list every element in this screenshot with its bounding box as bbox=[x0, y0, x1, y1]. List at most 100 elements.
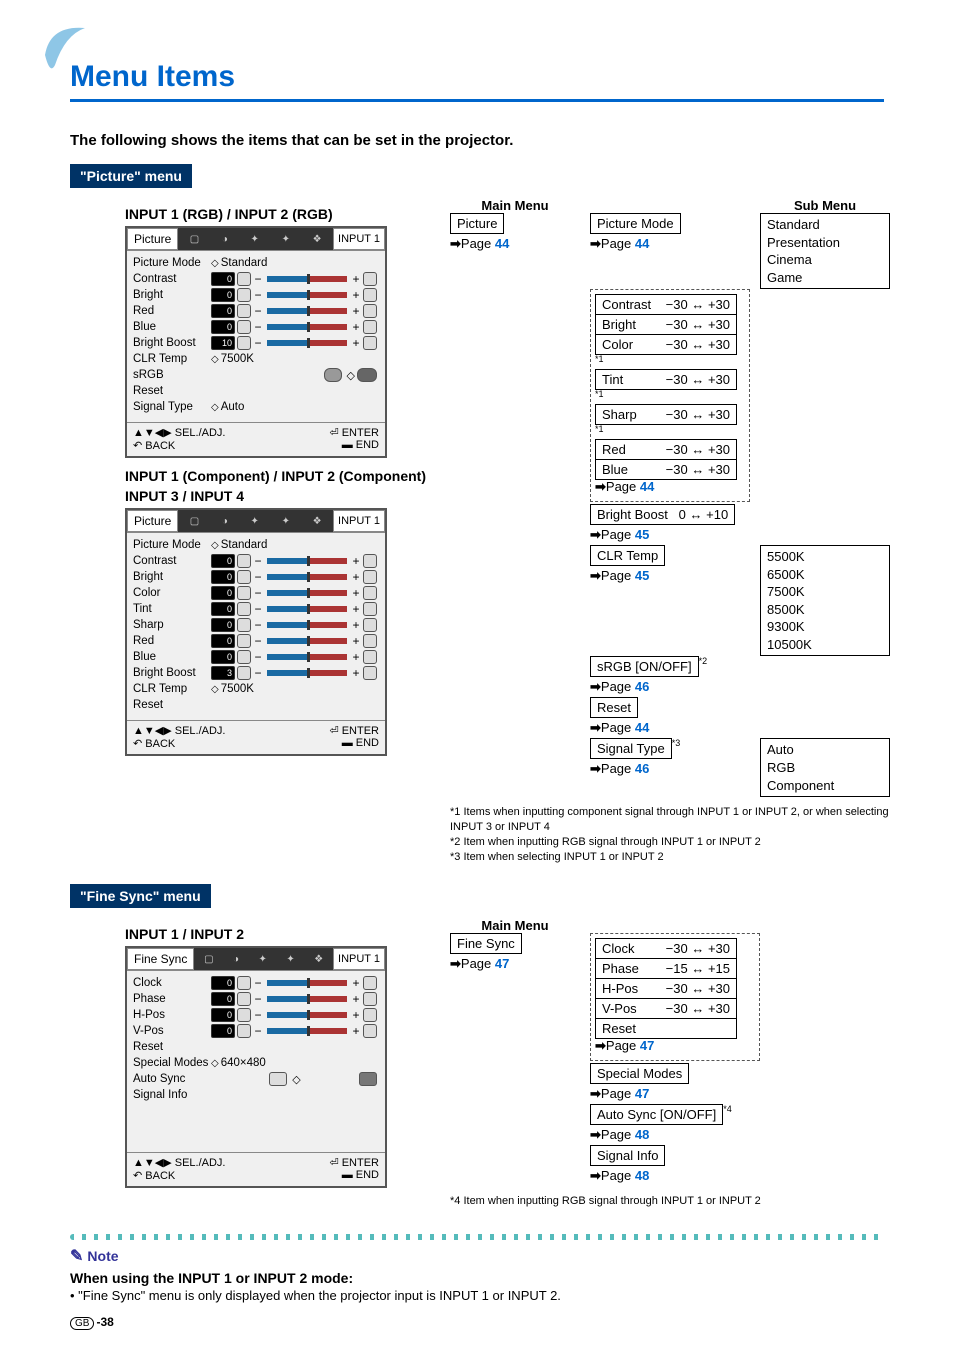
osd-input-label: INPUT 1 bbox=[333, 228, 385, 250]
osd-row: Blue0−+ bbox=[133, 319, 379, 335]
osd-row: Bright0−+ bbox=[133, 569, 379, 585]
tree-fs-special-page: ➡Page 47 bbox=[590, 1086, 760, 1102]
tree-picture-root: Picture bbox=[450, 213, 504, 234]
osd-fs-title: INPUT 1 / INPUT 2 bbox=[125, 926, 430, 942]
note-label: ✎Note bbox=[70, 1246, 884, 1266]
osd-row: Bright Boost3−+ bbox=[133, 665, 379, 681]
osd-input-label: INPUT 1 bbox=[333, 948, 385, 970]
finesync-section-header: "Fine Sync" menu bbox=[70, 884, 211, 908]
osd-row: sRGB◇ bbox=[133, 367, 379, 383]
tree-picture-mode-page: ➡Page 44 bbox=[590, 236, 750, 252]
osd-row: Picture Mode◇Standard bbox=[133, 537, 379, 553]
osd-tab-icons: ▢◑✦✦❖ bbox=[178, 228, 333, 250]
osd-input-label: INPUT 1 bbox=[333, 510, 385, 532]
tree-signaltype-options: AutoRGBComponent bbox=[760, 738, 890, 797]
tree-reset-page: ➡Page 44 bbox=[590, 720, 750, 736]
tree-fs-autosync-page: ➡Page 48 bbox=[590, 1127, 760, 1143]
osd-row: Signal Type◇Auto bbox=[133, 399, 379, 415]
note-divider bbox=[70, 1234, 884, 1240]
osd1-title: INPUT 1 (RGB) / INPUT 2 (RGB) bbox=[125, 206, 430, 222]
osd-row: CLR Temp◇7500K bbox=[133, 351, 379, 367]
tree-fs-autosync: Auto Sync [ON/OFF] bbox=[590, 1104, 723, 1125]
tree-brightboost-page: ➡Page 45 bbox=[590, 527, 750, 543]
picture-section-header: "Picture" menu bbox=[70, 164, 192, 188]
osd-footer-back: ↶ BACK bbox=[133, 439, 175, 452]
tree-srgb: sRGB [ON/OFF] bbox=[590, 656, 699, 677]
tree-fs-root: Fine Sync bbox=[450, 933, 522, 954]
osd-footer-enter: ⏎ ENTER bbox=[329, 1156, 379, 1169]
osd-row: Contrast0−+ bbox=[133, 553, 379, 569]
osd-tab-icons: ▢◑✦✦❖ bbox=[178, 510, 333, 532]
osd2-title-b: INPUT 3 / INPUT 4 bbox=[125, 488, 430, 504]
osd-row: Auto Sync◇ bbox=[133, 1071, 379, 1087]
fs-footnotes: *4 Item when inputting RGB signal throug… bbox=[450, 1194, 884, 1209]
osd-row: Bright0−+ bbox=[133, 287, 379, 303]
osd-row: Blue0−+ bbox=[133, 649, 379, 665]
tree-fs-root-page: ➡Page 47 bbox=[450, 956, 580, 972]
osd-footer-enter: ⏎ ENTER bbox=[329, 724, 379, 737]
osd-row: Reset bbox=[133, 383, 379, 399]
osd-row: Picture Mode◇Standard bbox=[133, 255, 379, 271]
tree-signaltype-page: ➡Page 46 bbox=[590, 761, 750, 777]
tree-picture-mode: Picture Mode bbox=[590, 213, 681, 234]
osd-row: Contrast0−+ bbox=[133, 271, 379, 287]
tree-signaltype-note: *3 bbox=[672, 738, 681, 748]
osd-row: Tint0−+ bbox=[133, 601, 379, 617]
osd-row: H-Pos0−+ bbox=[133, 1007, 379, 1023]
osd-row: Bright Boost10−+ bbox=[133, 335, 379, 351]
osd-row: Signal Info bbox=[133, 1087, 379, 1103]
osd-footer-end: ▬ END bbox=[342, 439, 379, 452]
fs-main-menu-header: Main Menu bbox=[450, 918, 580, 933]
osd-row: V-Pos0−+ bbox=[133, 1023, 379, 1039]
picture-footnotes: *1 Items when inputting component signal… bbox=[450, 805, 890, 864]
osd-row: Sharp0−+ bbox=[133, 617, 379, 633]
osd-footer-sel: ▲▼◀▶ SEL./ADJ. bbox=[133, 1156, 226, 1169]
osd-footer-end: ▬ END bbox=[342, 1169, 379, 1182]
tree-fs-siginfo: Signal Info bbox=[590, 1145, 665, 1166]
osd-tab: Picture bbox=[127, 510, 178, 532]
osd-row: Reset bbox=[133, 697, 379, 713]
osd-row: Special Modes◇640×480 bbox=[133, 1055, 379, 1071]
osd-finesync: Fine Sync ▢◑✦✦❖ INPUT 1 Clock0−+Phase0−+H… bbox=[125, 946, 387, 1188]
osd-footer-sel: ▲▼◀▶ SEL./ADJ. bbox=[133, 426, 226, 439]
osd-footer-enter: ⏎ ENTER bbox=[329, 426, 379, 439]
tree-fs-siginfo-page: ➡Page 48 bbox=[590, 1168, 760, 1184]
tree-srgb-note: *2 bbox=[699, 656, 708, 666]
osd-row: Phase0−+ bbox=[133, 991, 379, 1007]
note-heading: When using the INPUT 1 or INPUT 2 mode: bbox=[70, 1270, 884, 1286]
note-text: • "Fine Sync" menu is only displayed whe… bbox=[70, 1288, 884, 1303]
osd-footer-back: ↶ BACK bbox=[133, 1169, 175, 1182]
tree-clrtemp: CLR Temp bbox=[590, 545, 665, 566]
osd-row: Clock0−+ bbox=[133, 975, 379, 991]
osd-row: Red0−+ bbox=[133, 633, 379, 649]
tree-clrtemp-page: ➡Page 45 bbox=[590, 568, 750, 584]
page-title: Menu Items bbox=[70, 60, 884, 94]
osd-footer-back: ↶ BACK bbox=[133, 737, 175, 750]
decorative-swoosh bbox=[40, 20, 120, 80]
tree-picture-sliders: Contrast−30 ↔ +30Bright−30 ↔ +30Color−30… bbox=[590, 289, 750, 502]
osd-picture-component: Picture ▢◑✦✦❖ INPUT 1 Picture Mode◇Standa… bbox=[125, 508, 387, 756]
sub-menu-header: Sub Menu bbox=[760, 198, 890, 213]
title-underline bbox=[70, 99, 884, 102]
osd-footer-end: ▬ END bbox=[342, 737, 379, 750]
tree-srgb-page: ➡Page 46 bbox=[590, 679, 750, 695]
intro-text: The following shows the items that can b… bbox=[70, 132, 884, 149]
osd-picture-rgb: Picture ▢◑✦✦❖ INPUT 1 Picture Mode◇Standa… bbox=[125, 226, 387, 458]
page-number: GB-38 bbox=[70, 1315, 884, 1329]
osd-tab: Fine Sync bbox=[127, 948, 194, 970]
pencil-icon: ✎ bbox=[70, 1248, 83, 1265]
osd-tab: Picture bbox=[127, 228, 178, 250]
main-menu-header: Main Menu bbox=[450, 198, 580, 213]
tree-brightboost: Bright Boost 0 ↔ +10 bbox=[590, 504, 735, 525]
tree-fs-autosync-note: *4 bbox=[723, 1104, 732, 1114]
region-badge: GB bbox=[70, 1317, 94, 1330]
osd-row: Color0−+ bbox=[133, 585, 379, 601]
tree-picture-root-page: ➡Page 44 bbox=[450, 236, 580, 252]
tree-fs-sliders: Clock−30 ↔ +30Phase−15 ↔ +15H-Pos−30 ↔ +… bbox=[590, 933, 760, 1061]
osd-tab-icons: ▢◑✦✦❖ bbox=[194, 948, 333, 970]
tree-signaltype: Signal Type bbox=[590, 738, 672, 759]
osd-row: Red0−+ bbox=[133, 303, 379, 319]
tree-fs-special: Special Modes bbox=[590, 1063, 689, 1084]
tree-picture-mode-options: StandardPresentationCinemaGame bbox=[760, 213, 890, 289]
tree-reset: Reset bbox=[590, 697, 638, 718]
